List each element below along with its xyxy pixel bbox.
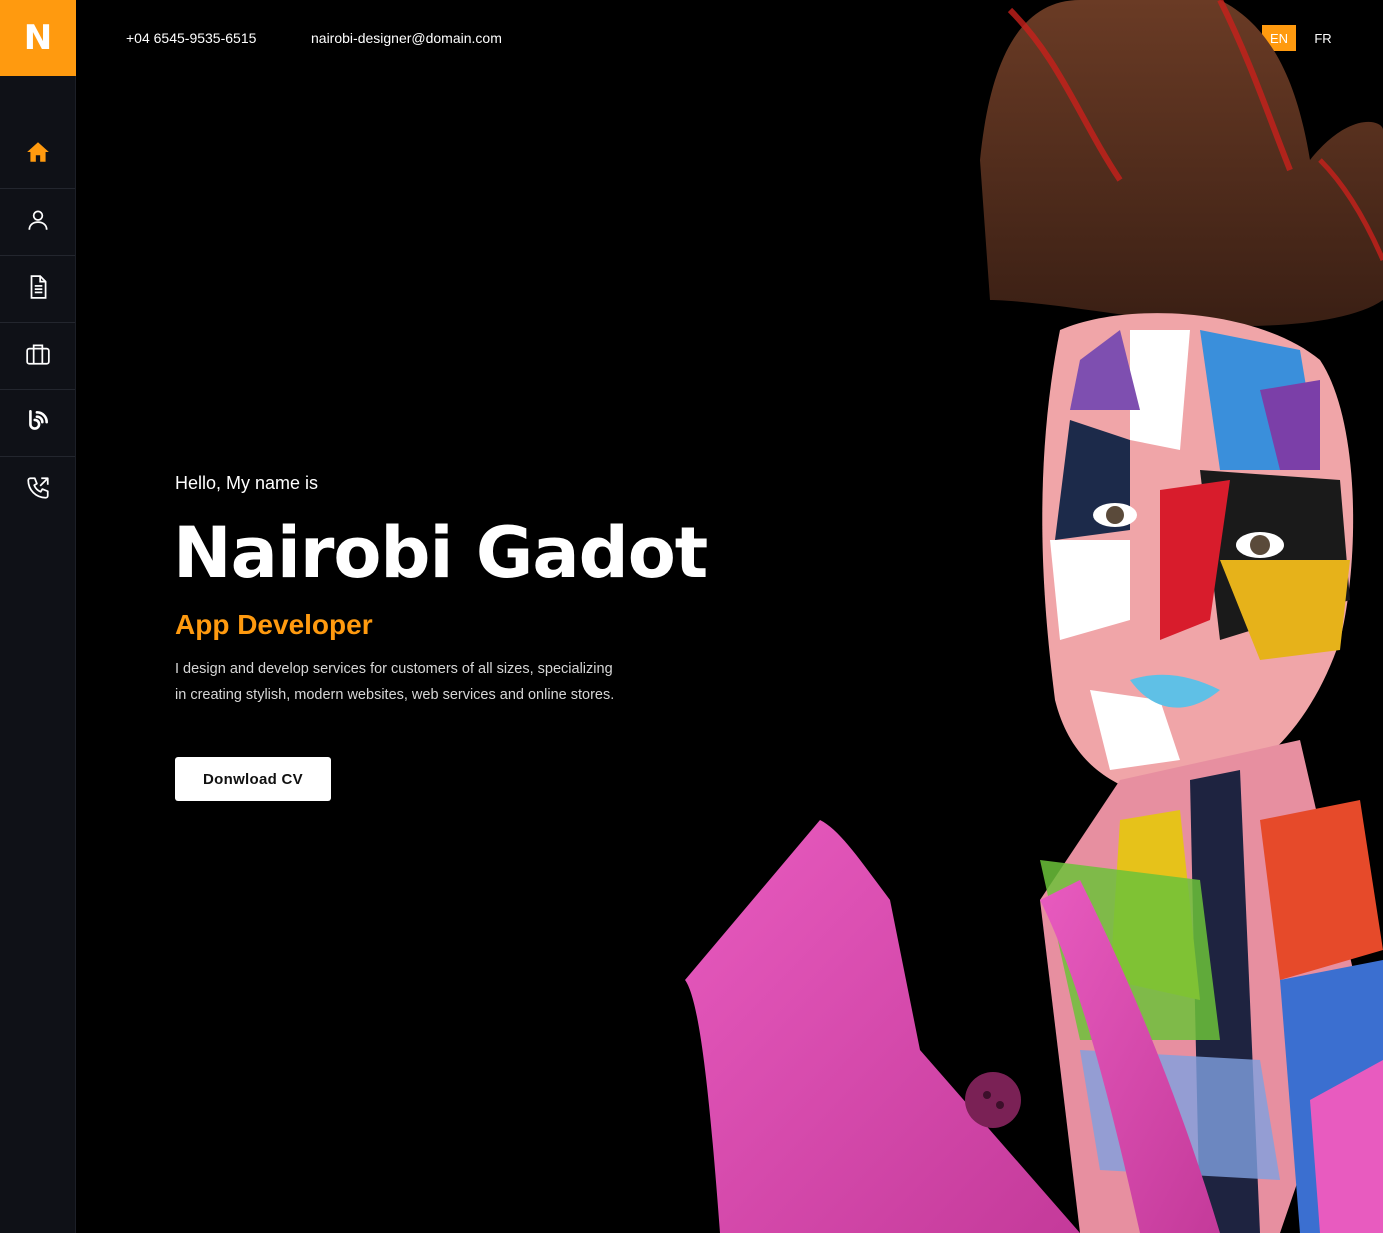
home-icon <box>25 139 51 170</box>
sidebar-item-contact[interactable] <box>0 456 75 523</box>
rss-icon <box>25 408 51 439</box>
document-icon <box>25 274 51 305</box>
hero-portrait-image <box>685 0 1383 1233</box>
sidebar-item-about[interactable] <box>0 188 75 255</box>
header-phone[interactable]: +04 6545-9535-6515 <box>126 30 256 46</box>
hero-name: Nairobi Gadot <box>173 512 708 594</box>
sidebar-nav <box>0 121 75 523</box>
sidebar-item-portfolio[interactable] <box>0 322 75 389</box>
sidebar-item-resume[interactable] <box>0 255 75 322</box>
user-icon <box>25 207 51 238</box>
phone-icon <box>25 475 51 506</box>
download-cv-button[interactable]: Donwload CV <box>175 757 331 801</box>
hero-role: App Developer <box>175 609 373 640</box>
logo[interactable]: N <box>0 0 76 76</box>
sidebar-item-home[interactable] <box>0 121 75 188</box>
hero-description: I design and develop services for custom… <box>175 661 615 703</box>
sidebar: N <box>0 0 76 1233</box>
hero-greeting: Hello, My name is <box>175 473 319 493</box>
sidebar-item-blog[interactable] <box>0 389 75 456</box>
header-email[interactable]: nairobi-designer@domain.com <box>311 30 502 46</box>
briefcase-icon <box>25 341 51 372</box>
